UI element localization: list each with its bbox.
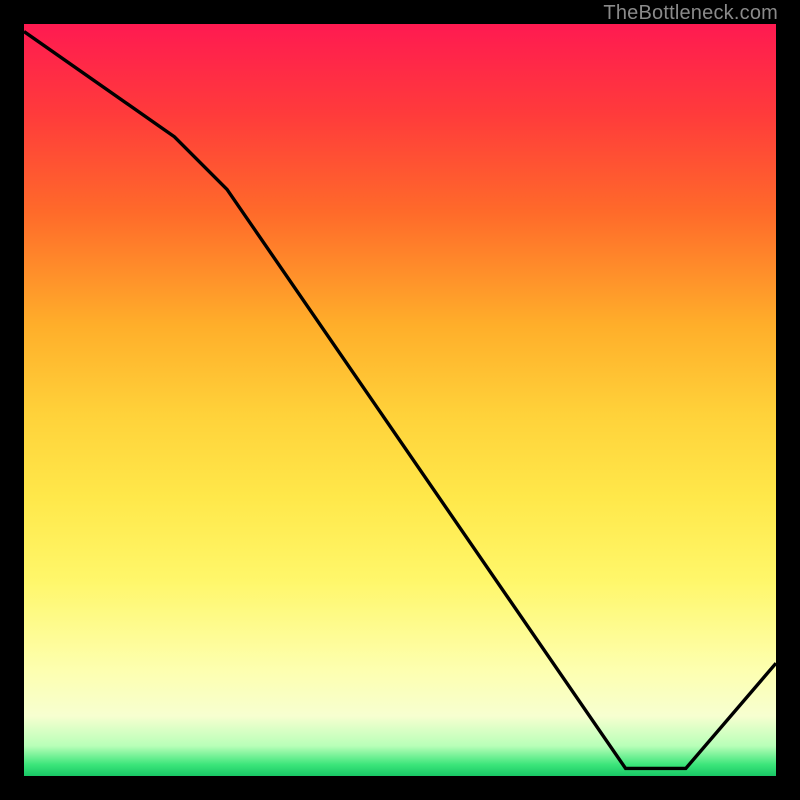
chart-series-line — [24, 32, 776, 769]
chart-line-layer — [24, 24, 776, 776]
chart-plot-area — [20, 20, 780, 780]
